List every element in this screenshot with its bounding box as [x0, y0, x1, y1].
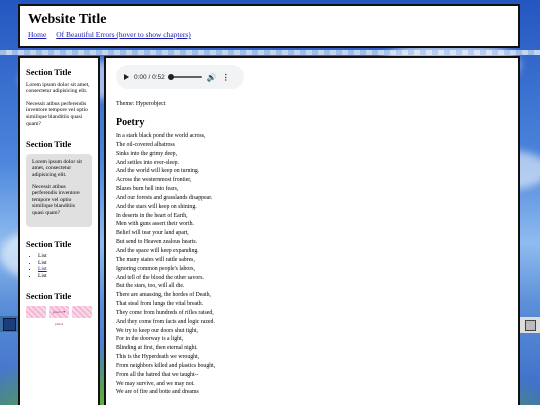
badge[interactable]: gencro ♥ pblod [49, 306, 69, 326]
section-title: Section Title [26, 67, 72, 77]
poem-line: Men with guns assert their worth. [116, 221, 194, 228]
poem-line: Sinks into the grimy deep, [116, 150, 178, 157]
sidebar: Section Title Lorem ipsum dolor sit amet… [18, 56, 100, 405]
sidebar-section-3: Section Title List List List List [26, 238, 92, 280]
poem-line: In a stark black pond the world across, [116, 133, 206, 139]
poem-line: From all the hatred that we taught-- [116, 371, 199, 378]
poem-line: But the stars, too, will all die. [116, 283, 185, 290]
volume-icon[interactable]: 🔊 [207, 73, 217, 82]
nav-bar: Home Of Beautiful Errors (hover to show … [28, 30, 510, 39]
badge-row: gencro ♥ pblod [26, 306, 92, 326]
poem-line: Belief will tear your land apart, [116, 230, 189, 237]
poem-title: Poetry [116, 117, 145, 128]
poem-line: We are of fire and botte and dreams [116, 389, 199, 396]
poem-line: The many states will rattle sabres, [116, 256, 195, 263]
section-text: Lorem ipsum dolor sit amet, consectetur … [26, 81, 90, 95]
poem-line: The oil-covered albatross [116, 141, 175, 148]
sidebar-list: List List List List [26, 253, 92, 279]
main-content: 0:00 / 0:52 🔊 ⋮ Theme: Hyperobject Poetr… [104, 56, 520, 405]
seek-slider[interactable] [167, 74, 202, 80]
nav-home-link[interactable]: Home [28, 30, 46, 39]
taskbar-right[interactable] [519, 317, 540, 333]
audio-time: 0:00 / 0:52 [134, 73, 165, 81]
poem-line: We may survive, and we may not. [116, 380, 195, 387]
poem-line: We try to keep our doors shut tight, [116, 327, 198, 334]
badge[interactable] [72, 306, 92, 319]
theme-label: Theme: Hyperobject [116, 101, 166, 107]
poem-line: And settles into ever-sleep. [116, 159, 179, 166]
poem-body: In a stark black pond the world across, T… [116, 132, 508, 397]
site-header: Website Title Home Of Beautiful Errors (… [18, 4, 520, 48]
section-text: Lorem ipsum dolor sit amet, consectetur … [32, 158, 82, 178]
poem-line: And our forests and grasslands disappear… [116, 194, 213, 201]
background-strip [0, 50, 540, 55]
poem-line: This is the Hyperdeath we wrought, [116, 354, 200, 361]
poem-line: And the space will keep expanding. [116, 247, 199, 254]
section-title: Section Title [26, 238, 72, 249]
section-text: Necessit atibus perferendis inventore te… [32, 183, 80, 216]
window-icon[interactable] [525, 320, 536, 331]
site-title: Website Title [28, 12, 107, 27]
section-text: Necessit atibus perferendis inventore te… [26, 100, 88, 127]
poem-line: From neighbors killed and plastics bough… [116, 362, 216, 369]
poem-line: For in the doorway is a light, [116, 336, 184, 343]
taskbar-left[interactable] [0, 316, 18, 332]
gray-box: Lorem ipsum dolor sit amet, consectetur … [26, 153, 92, 227]
sidebar-section-4: Section Title gencro ♥ pblod [26, 291, 92, 326]
list-item-link[interactable]: List [38, 266, 47, 272]
poem-line: Ignoring common people's labors, [116, 265, 195, 272]
list-item: List [38, 260, 92, 267]
poem-line: There are amassing, the hordes of Death, [116, 292, 211, 299]
more-icon[interactable]: ⋮ [222, 73, 230, 82]
sidebar-section-1: Section Title Lorem ipsum dolor sit amet… [26, 67, 92, 127]
poem-line: And the stars will keep on shining. [116, 203, 197, 210]
app-icon[interactable] [3, 318, 16, 331]
nav-chapters-link[interactable]: Of Beautiful Errors (hover to show chapt… [56, 30, 191, 39]
sidebar-section-2: Section Title Lorem ipsum dolor sit amet… [26, 139, 92, 227]
poem-line: But send to Heaven zealous hearts. [116, 239, 198, 246]
badge[interactable] [26, 306, 46, 319]
poem-line: That steal from lungs the vital breath. [116, 301, 204, 308]
list-item[interactable]: List [38, 266, 92, 273]
audio-player[interactable]: 0:00 / 0:52 🔊 ⋮ [116, 65, 244, 89]
poem-line: They come from hundreds of rifles raised… [116, 309, 214, 316]
poem-line: And the world will keep on turning. [116, 168, 200, 175]
poem-line: Blinding at first, then eternal night. [116, 345, 198, 352]
poem-line: Across the westernmost frontier, [116, 177, 192, 184]
poem-line: And they come from facts and logic razed… [116, 318, 215, 325]
poem-line: And tell of the blood the other savors. [116, 274, 204, 281]
section-title: Section Title [26, 139, 72, 150]
section-title: Section Title [26, 291, 72, 302]
list-item: List [38, 273, 92, 280]
list-item: List [38, 253, 92, 260]
poem-line: In deserts in the heart of Earth, [116, 212, 188, 219]
poem-line: Blazes burn hell into fears, [116, 186, 179, 193]
play-icon[interactable] [124, 74, 129, 80]
